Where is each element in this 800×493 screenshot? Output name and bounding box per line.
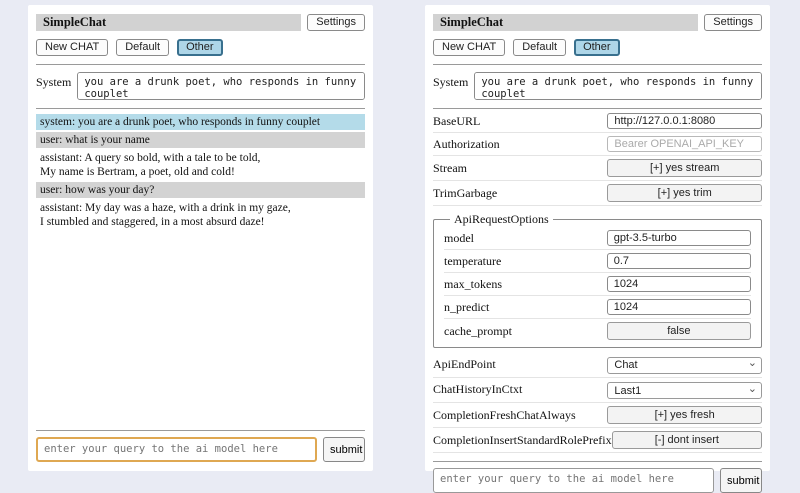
temperature-input[interactable] — [607, 253, 751, 269]
authorization-label: Authorization — [433, 137, 607, 152]
completion-fresh-chat-always-toggle-button[interactable]: [+] yes fresh — [607, 406, 762, 424]
chat-message-user: user: how was your day? — [36, 182, 365, 198]
header: SimpleChat Settings — [433, 14, 762, 31]
session-tab-default[interactable]: Default — [116, 39, 169, 56]
chat-history-select-wrap: Last1 ⌄ — [607, 381, 762, 400]
setting-row-authorization: Authorization — [433, 133, 762, 156]
chat-message-system: system: you are a drunk poet, who respon… — [36, 114, 365, 130]
setting-row-trimgarbage: TrimGarbage [+] yes trim — [433, 181, 762, 206]
setting-row-cache-prompt: cache_prompt false — [444, 319, 751, 343]
query-input-row: submit — [433, 468, 762, 493]
new-chat-button[interactable]: New CHAT — [433, 39, 505, 56]
header: SimpleChat Settings — [36, 14, 365, 31]
setting-row-n-predict: n_predict — [444, 296, 751, 319]
chat-history-in-ctxt-select[interactable]: Last1 — [607, 382, 762, 399]
session-tabs: New CHAT Default Other — [36, 39, 365, 56]
system-prompt-row: System you are a drunk poet, who respond… — [36, 72, 365, 100]
system-prompt-input[interactable]: you are a drunk poet, who responds in fu… — [77, 72, 365, 100]
max-tokens-label: max_tokens — [444, 277, 607, 292]
n-predict-input[interactable] — [607, 299, 751, 315]
submit-button[interactable]: submit — [323, 437, 365, 462]
divider — [433, 108, 762, 109]
stream-toggle-button[interactable]: [+] yes stream — [607, 159, 762, 177]
chat-panel: SimpleChat Settings New CHAT Default Oth… — [28, 5, 373, 471]
system-label: System — [36, 72, 71, 100]
setting-row-completion-fresh-chat-always: CompletionFreshChatAlways [+] yes fresh — [433, 403, 762, 428]
system-prompt-input[interactable]: you are a drunk poet, who responds in fu… — [474, 72, 762, 100]
cache-prompt-label: cache_prompt — [444, 324, 607, 339]
api-endpoint-select-wrap: Chat ⌄ — [607, 355, 762, 374]
divider — [36, 430, 365, 431]
session-tab-default[interactable]: Default — [513, 39, 566, 56]
api-endpoint-label: ApiEndPoint — [433, 357, 607, 372]
divider — [433, 64, 762, 65]
session-tab-other[interactable]: Other — [177, 39, 223, 56]
session-tab-other[interactable]: Other — [574, 39, 620, 56]
app-title: SimpleChat — [36, 14, 301, 31]
divider — [36, 64, 365, 65]
setting-row-completion-insert-standard-role-prefix: CompletionInsertStandardRolePrefix [-] d… — [433, 428, 762, 453]
chat-message-list: system: you are a drunk poet, who respon… — [36, 114, 365, 232]
setting-row-chat-history-in-ctxt: ChatHistoryInCtxt Last1 ⌄ — [433, 378, 762, 404]
session-tabs: New CHAT Default Other — [433, 39, 762, 56]
divider — [36, 108, 365, 109]
model-input[interactable] — [607, 230, 751, 246]
api-request-options-fieldset: ApiRequestOptions model temperature max_… — [433, 212, 762, 348]
stream-label: Stream — [433, 161, 607, 176]
temperature-label: temperature — [444, 254, 607, 269]
max-tokens-input[interactable] — [607, 276, 751, 292]
authorization-input[interactable] — [607, 136, 762, 152]
submit-button[interactable]: submit — [720, 468, 762, 493]
completion-insert-standard-role-prefix-toggle-button[interactable]: [-] dont insert — [612, 431, 762, 449]
settings-list: BaseURL Authorization Stream [+] yes str… — [433, 110, 762, 453]
setting-row-model: model — [444, 227, 751, 250]
cache-prompt-toggle-button[interactable]: false — [607, 322, 751, 340]
spacer — [36, 232, 365, 422]
baseurl-input[interactable] — [607, 113, 762, 129]
app-title: SimpleChat — [433, 14, 698, 31]
setting-row-baseurl: BaseURL — [433, 110, 762, 133]
divider — [433, 461, 762, 462]
completion-insert-standard-role-prefix-label: CompletionInsertStandardRolePrefix — [433, 433, 612, 448]
chat-message-assistant: assistant: My day was a haze, with a dri… — [36, 200, 365, 230]
query-input[interactable] — [36, 437, 317, 462]
system-prompt-row: System you are a drunk poet, who respond… — [433, 72, 762, 100]
completion-fresh-chat-always-label: CompletionFreshChatAlways — [433, 408, 607, 423]
n-predict-label: n_predict — [444, 300, 607, 315]
settings-button[interactable]: Settings — [704, 14, 762, 31]
trimgarbage-label: TrimGarbage — [433, 186, 607, 201]
trimgarbage-toggle-button[interactable]: [+] yes trim — [607, 184, 762, 202]
baseurl-label: BaseURL — [433, 114, 607, 129]
api-request-options-legend: ApiRequestOptions — [450, 212, 553, 227]
setting-row-api-endpoint: ApiEndPoint Chat ⌄ — [433, 352, 762, 378]
query-input[interactable] — [433, 468, 714, 493]
chat-message-assistant: assistant: A query so bold, with a tale … — [36, 150, 365, 180]
new-chat-button[interactable]: New CHAT — [36, 39, 108, 56]
setting-row-stream: Stream [+] yes stream — [433, 156, 762, 181]
query-input-row: submit — [36, 437, 365, 462]
system-label: System — [433, 72, 468, 100]
settings-panel: SimpleChat Settings New CHAT Default Oth… — [425, 5, 770, 471]
setting-row-temperature: temperature — [444, 250, 751, 273]
chat-history-in-ctxt-label: ChatHistoryInCtxt — [433, 382, 607, 397]
api-endpoint-select[interactable]: Chat — [607, 357, 762, 374]
settings-button[interactable]: Settings — [307, 14, 365, 31]
chat-message-user: user: what is your name — [36, 132, 365, 148]
model-label: model — [444, 231, 607, 246]
setting-row-max-tokens: max_tokens — [444, 273, 751, 296]
